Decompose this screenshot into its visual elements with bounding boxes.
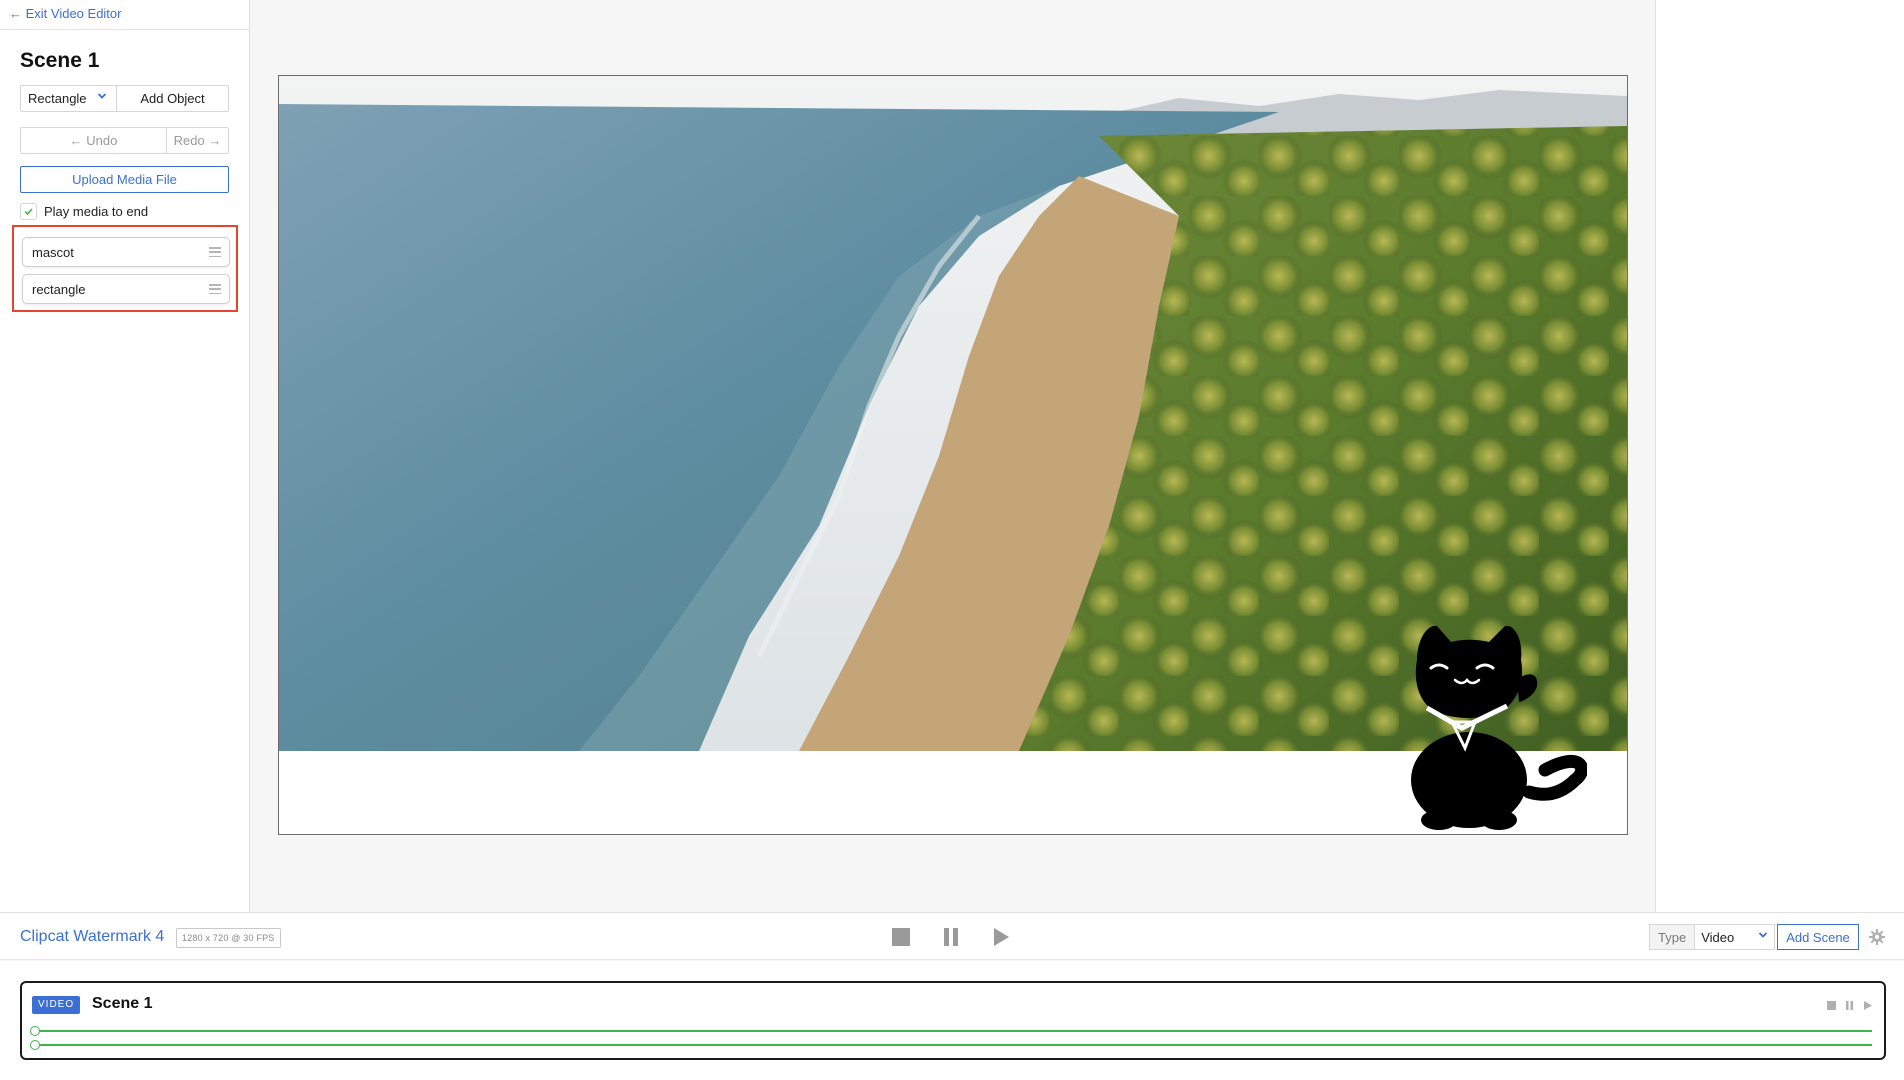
- scene-type-value: Video: [1701, 930, 1735, 945]
- type-label: Type: [1649, 924, 1695, 950]
- scene-type-controls: Type Video Add Scene: [1649, 924, 1887, 950]
- scene-stop-button[interactable]: [1826, 1000, 1836, 1010]
- add-scene-button[interactable]: Add Scene: [1777, 924, 1859, 950]
- timeline-track-rectangle[interactable]: [30, 1040, 1872, 1050]
- project-resolution-badge: 1280 x 720 @ 30 FPS: [176, 928, 281, 948]
- play-to-end-label: Play media to end: [44, 204, 149, 219]
- add-object-button[interactable]: Add Object: [117, 86, 228, 111]
- scene-mini-controls: [1826, 1000, 1872, 1010]
- scene-type-select[interactable]: Video: [1694, 924, 1776, 950]
- object-type-value: Rectangle: [28, 91, 87, 106]
- undo-button[interactable]: ← Undo: [21, 128, 167, 153]
- play-icon: [994, 928, 1009, 946]
- exit-video-editor-link[interactable]: ← Exit Video Editor: [0, 0, 249, 30]
- pause-icon: [944, 928, 958, 946]
- play-icon: [1863, 1000, 1872, 1010]
- stop-icon: [892, 928, 910, 946]
- timeline-track-mascot[interactable]: [30, 1026, 1872, 1036]
- timeline-scene-card[interactable]: VIDEO Scene 1: [20, 981, 1886, 1060]
- play-media-to-end-toggle[interactable]: Play media to end: [20, 203, 148, 220]
- object-type-select[interactable]: Rectangle: [21, 86, 117, 111]
- pause-icon: [1845, 1000, 1853, 1010]
- scene-type-badge: VIDEO: [32, 996, 81, 1014]
- stop-icon: [1826, 1000, 1836, 1010]
- play-button[interactable]: [990, 926, 1012, 948]
- redo-button[interactable]: Redo →: [167, 128, 228, 153]
- transport-controls: [890, 926, 1012, 948]
- stop-button[interactable]: [890, 926, 912, 948]
- scene-play-button[interactable]: [1862, 1000, 1872, 1010]
- properties-panel: [1655, 0, 1904, 912]
- gear-icon: [1868, 929, 1885, 945]
- project-name-link[interactable]: Clipcat Watermark 4: [20, 928, 164, 946]
- scene-title: Scene 1: [20, 49, 100, 72]
- upload-media-button[interactable]: Upload Media File: [20, 166, 229, 193]
- sidebar: ← Exit Video Editor Scene 1 Rectangle Ad…: [0, 0, 250, 912]
- project-bar: Clipcat Watermark 4 1280 x 720 @ 30 FPS …: [0, 912, 1904, 960]
- timeline-scene-title: Scene 1: [92, 995, 153, 1012]
- pause-button[interactable]: [940, 926, 962, 948]
- object-list: mascot rectangle: [12, 225, 238, 312]
- scene-pause-button[interactable]: [1844, 1000, 1854, 1010]
- chevron-down-icon: [97, 90, 107, 104]
- history-toolbar: ← Undo Redo →: [20, 127, 229, 154]
- timeline: VIDEO Scene 1: [0, 961, 1904, 1080]
- drag-handle-icon[interactable]: [209, 284, 221, 294]
- track-start-handle[interactable]: [30, 1040, 40, 1050]
- play-to-end-checkbox[interactable]: [20, 203, 37, 220]
- object-item-mascot[interactable]: mascot: [22, 237, 230, 267]
- object-toolbar: Rectangle Add Object: [20, 85, 229, 112]
- chevron-down-icon: [1758, 929, 1768, 943]
- object-item-label: rectangle: [32, 282, 86, 297]
- drag-handle-icon[interactable]: [209, 247, 221, 257]
- settings-button[interactable]: [1868, 924, 1887, 950]
- mascot-cat-image[interactable]: [1407, 620, 1587, 832]
- object-item-rectangle[interactable]: rectangle: [22, 274, 230, 304]
- track-start-handle[interactable]: [30, 1026, 40, 1036]
- preview-canvas[interactable]: [278, 75, 1628, 835]
- object-item-label: mascot: [32, 245, 74, 260]
- check-icon: [24, 208, 33, 216]
- video-editor: ← Exit Video Editor Scene 1 Rectangle Ad…: [0, 0, 1904, 1080]
